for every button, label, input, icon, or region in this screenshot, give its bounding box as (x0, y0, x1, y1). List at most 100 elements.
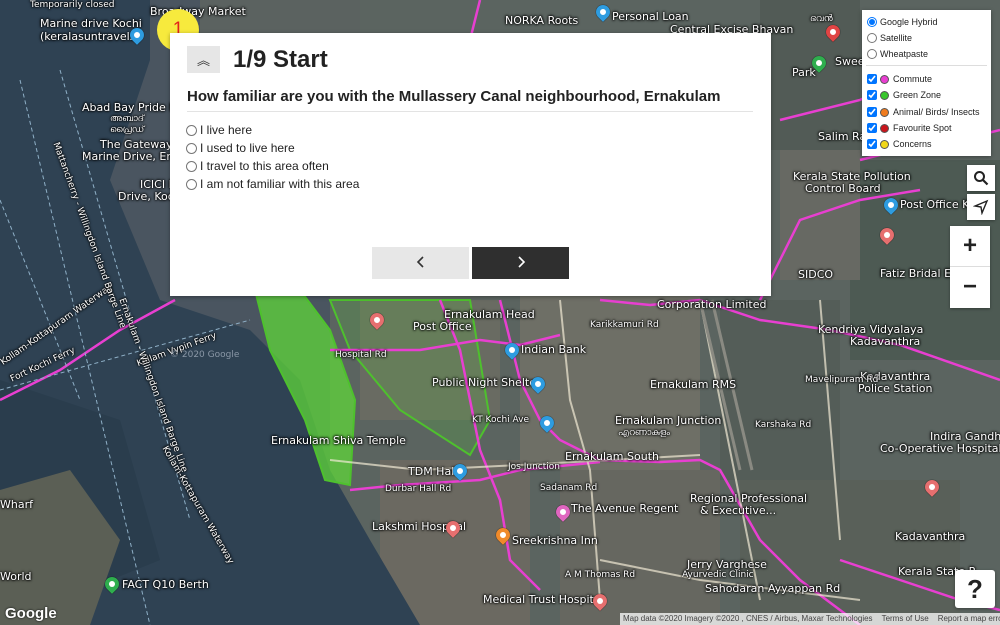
map-label: എറണാകുളം (618, 428, 670, 438)
answer-label: I live here (200, 123, 253, 137)
map-label: Kadavanthra (850, 335, 921, 348)
map-label: & Executive... (700, 504, 777, 517)
terms-link[interactable]: Terms of Use (882, 613, 929, 625)
map-label: Post Office (413, 320, 472, 333)
map-label: Ernakulam South (565, 450, 659, 463)
overlay-checkbox[interactable] (867, 139, 877, 149)
search-icon (974, 171, 989, 186)
chevron-left-icon (416, 255, 424, 268)
overlay-option[interactable]: Animal/ Birds/ Insects (867, 105, 980, 119)
overlay-checkbox[interactable] (867, 107, 877, 117)
answer-option[interactable]: I travel to this area often (186, 157, 359, 175)
locate-button[interactable] (967, 194, 995, 220)
map-label: Personal Loan (612, 10, 689, 23)
map-label: Marine drive Kochi (40, 17, 142, 30)
answer-option[interactable]: I used to live here (186, 139, 359, 157)
zoom-control: + − (950, 226, 990, 308)
overlay-option[interactable]: Favourite Spot (867, 121, 952, 135)
zoom-out-button[interactable]: − (950, 267, 990, 307)
map-label: Medical Trust Hospital (483, 593, 604, 606)
map-label: Wharf (0, 498, 33, 511)
map-label: Sreekrishna Inn (512, 534, 598, 547)
answer-label: I travel to this area often (200, 159, 329, 173)
zoom-in-button[interactable]: + (950, 226, 990, 267)
double-chevron-up-icon: ︽ (196, 53, 210, 68)
basemap-radio[interactable] (867, 49, 877, 59)
map-label: Ernakulam RMS (650, 378, 737, 391)
map-label: Kadavanthra (895, 530, 966, 543)
chevron-right-icon (517, 255, 525, 268)
survey-question: How familiar are you with the Mullassery… (187, 87, 753, 112)
map-label: Control Board (805, 182, 881, 195)
map-label: പ്രൈഡ് (110, 125, 145, 135)
map-label: SIDCO (798, 268, 834, 281)
map-label: Sahodaran Ayyappan Rd (705, 582, 841, 595)
collapse-button[interactable]: ︽ (187, 46, 220, 73)
basemap-option[interactable]: Google Hybrid (867, 15, 938, 29)
overlay-label: Favourite Spot (893, 123, 952, 133)
map-label: Karikkamuri Rd (590, 320, 659, 330)
basemap-option[interactable]: Satellite (867, 31, 912, 45)
attribution-text: Map data ©2020 Imagery ©2020 , CNES / Ai… (623, 614, 873, 623)
map-label: NORKA Roots (505, 14, 579, 27)
legend-dot-icon (880, 107, 889, 117)
map-label: Abad Bay Pride M (82, 101, 179, 114)
next-button[interactable] (472, 247, 569, 279)
map-label: Temporarily closed (30, 0, 115, 10)
answer-radio[interactable] (186, 142, 197, 154)
map-label: Mavelipuram Rd (805, 375, 879, 385)
map-label: അബാദ് (110, 114, 144, 124)
legend-dot-icon (880, 90, 889, 100)
overlay-option[interactable]: Green Zone (867, 88, 941, 102)
overlay-checkbox[interactable] (867, 74, 877, 84)
map-label: World (0, 570, 32, 583)
map-label: Park (792, 66, 816, 79)
survey-panel: ︽ 1/9 Start How familiar are you with th… (170, 33, 771, 296)
map-label: Co-Operative Hospital (880, 442, 1000, 455)
answer-radio[interactable] (186, 178, 197, 190)
overlay-label: Commute (893, 74, 933, 84)
panel-title: 1/9 Start (233, 46, 328, 73)
map-label: KT Kochi Ave (472, 415, 530, 425)
legend-dot-icon (880, 123, 889, 133)
answer-option[interactable]: I am not familiar with this area (186, 175, 359, 193)
map-label: The Avenue Regent (571, 502, 679, 515)
map-label: Jos Junction (508, 462, 560, 472)
answer-radio[interactable] (186, 160, 197, 172)
basemap-label: Google Hybrid (880, 17, 938, 27)
map-label: FACT Q10 Berth (122, 578, 209, 591)
map-watermark: © 2020 Google (170, 350, 240, 360)
map-label: Hospital Rd (335, 350, 387, 360)
map-label: Corporation Limited (657, 298, 767, 311)
map-label: TDM Hall (408, 465, 458, 478)
basemap-label: Wheatpaste (880, 49, 929, 59)
basemap-option[interactable]: Wheatpaste (867, 47, 928, 61)
map-label: Ayurvedic Clinic (682, 570, 754, 580)
overlay-option[interactable]: Commute (867, 72, 932, 86)
legend-dot-icon (880, 74, 889, 84)
previous-button[interactable] (372, 247, 469, 279)
overlay-checkbox[interactable] (867, 123, 877, 133)
overlay-option[interactable]: Concerns (867, 137, 932, 151)
map-label: Ernakulam Shiva Temple (271, 434, 406, 447)
answer-radio[interactable] (186, 124, 197, 136)
map-label: Public Night Shelter (432, 376, 541, 389)
google-logo: Google (5, 605, 57, 622)
answer-option[interactable]: I live here (186, 121, 359, 139)
map-attribution: Map data ©2020 Imagery ©2020 , CNES / Ai… (620, 613, 1000, 625)
basemap-radio[interactable] (867, 17, 877, 27)
report-error-link[interactable]: Report a map error (938, 613, 1000, 625)
map-label: A M Thomas Rd (565, 570, 636, 580)
basemap-radio[interactable] (867, 33, 877, 43)
answer-options: I live here I used to live here I travel… (186, 121, 359, 193)
map-label: Post Office K (900, 198, 970, 211)
map-label: Karshaka Rd (755, 420, 812, 430)
help-button[interactable]: ? (955, 570, 995, 608)
map-label: Sadanam Rd (540, 483, 598, 493)
overlay-checkbox[interactable] (867, 90, 877, 100)
answer-label: I used to live here (200, 141, 295, 155)
map-label: Marine Drive, Erna (82, 150, 185, 163)
basemap-label: Satellite (880, 33, 913, 43)
search-button[interactable] (967, 165, 995, 191)
map-label: Durbar Hall Rd (385, 484, 452, 494)
